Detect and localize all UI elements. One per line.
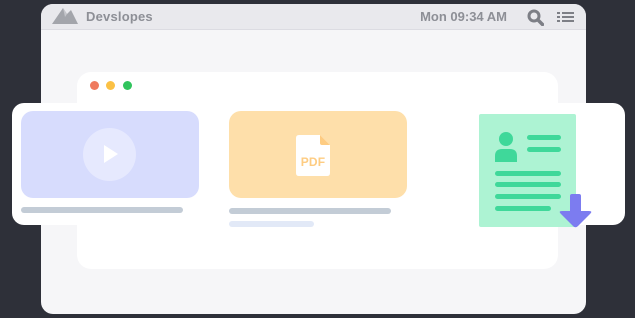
pdf-title-placeholder — [229, 208, 391, 214]
menubar-clock: Mon 09:34 AM — [420, 9, 507, 24]
mountain-logo-icon[interactable] — [52, 8, 78, 24]
app-name[interactable]: Devslopes — [86, 9, 153, 24]
doc-line — [495, 182, 561, 187]
menubar: Devslopes Mon 09:34 AM — [41, 4, 586, 30]
person-avatar-icon — [495, 132, 517, 162]
list-menu-icon[interactable] — [557, 10, 574, 24]
video-card[interactable] — [12, 103, 217, 225]
minimize-dot-icon[interactable] — [106, 81, 115, 90]
pdf-subtitle-placeholder — [229, 221, 314, 227]
doc-line — [527, 135, 561, 140]
pdf-thumbnail[interactable]: PDF — [229, 111, 407, 198]
video-thumbnail[interactable] — [21, 111, 199, 198]
download-arrow-icon[interactable] — [556, 194, 596, 236]
resume-card[interactable] — [468, 103, 625, 228]
search-icon[interactable] — [527, 9, 544, 26]
close-dot-icon[interactable] — [90, 81, 99, 90]
doc-line — [495, 194, 561, 199]
pdf-label: PDF — [300, 155, 326, 169]
doc-line — [495, 171, 561, 176]
play-triangle — [104, 145, 118, 163]
video-title-placeholder — [21, 207, 183, 213]
play-icon[interactable] — [83, 128, 136, 181]
maximize-dot-icon[interactable] — [123, 81, 132, 90]
doc-line — [527, 147, 561, 152]
doc-line — [495, 206, 551, 211]
